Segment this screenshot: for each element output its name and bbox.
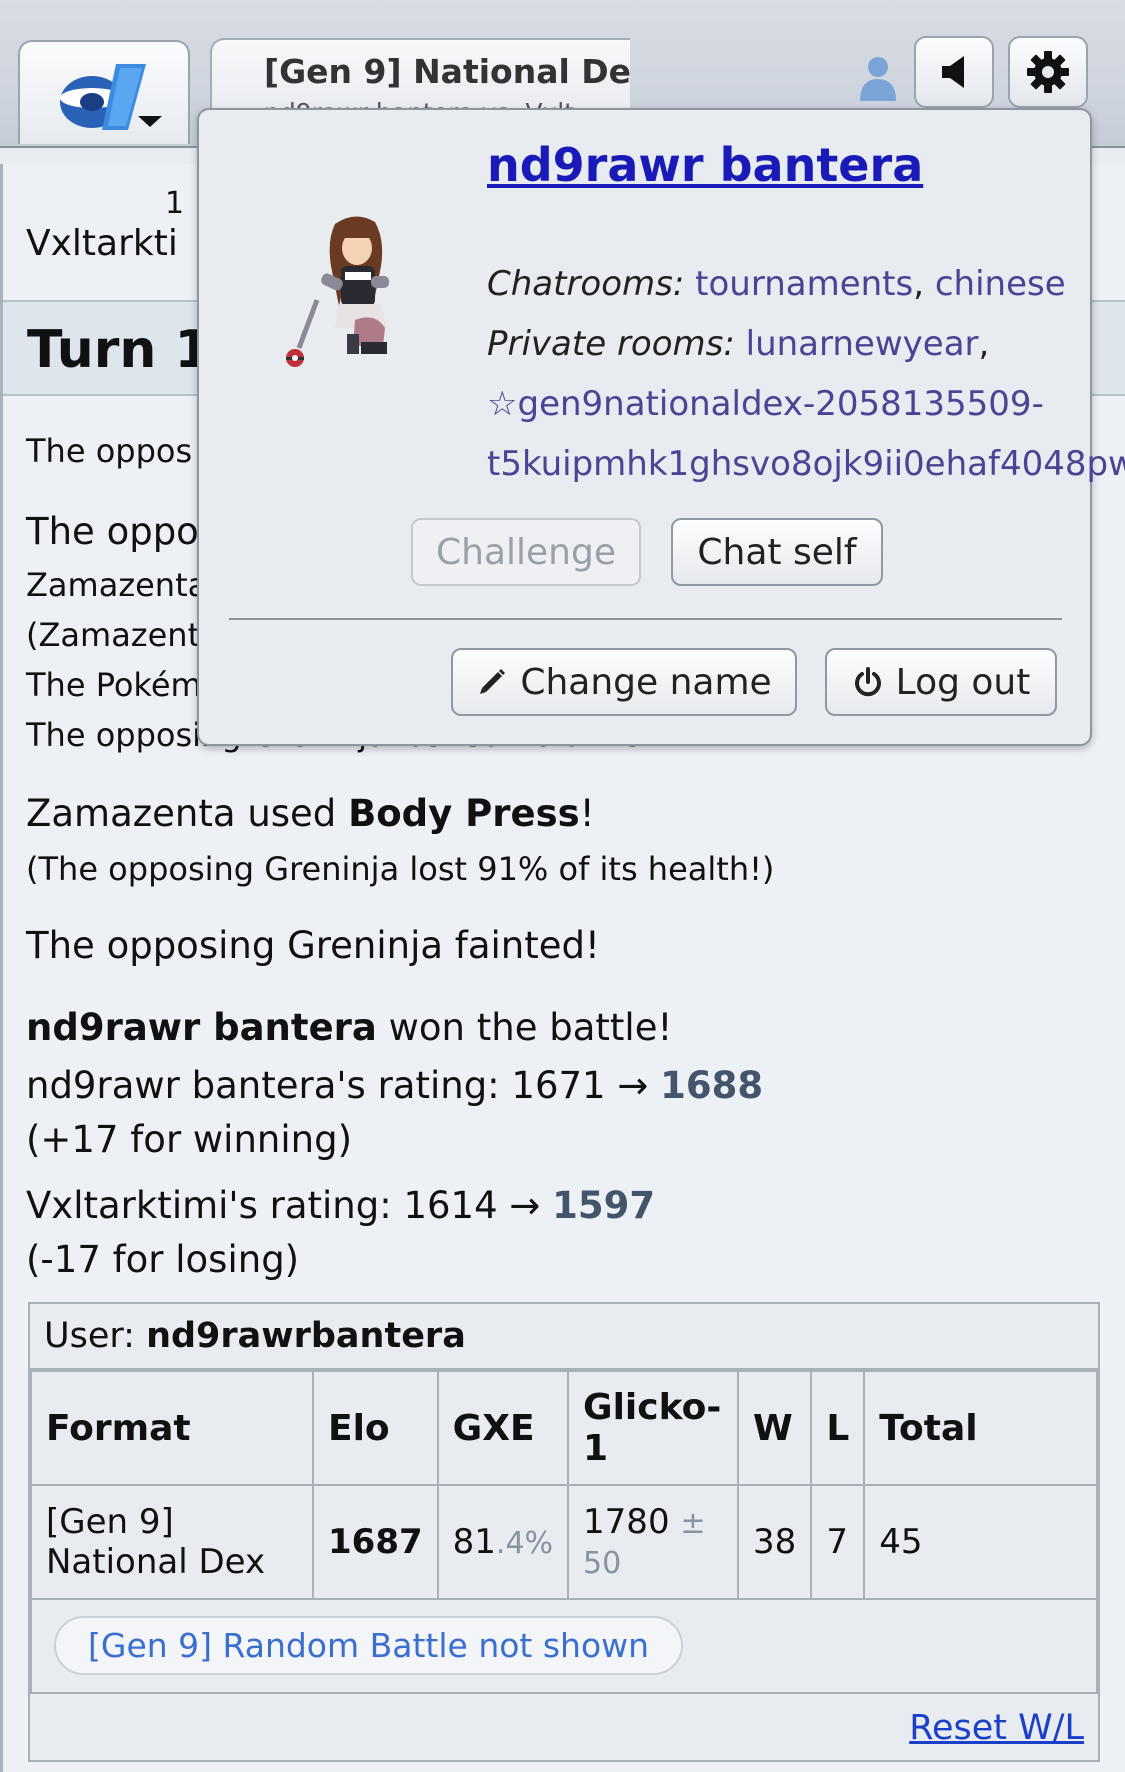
pencil-icon — [480, 669, 506, 694]
rating-text: nd9rawr bantera's rating: 1671 → — [26, 1064, 661, 1107]
new-rating: 1597 — [552, 1184, 656, 1227]
column-header: Glicko-1 — [567, 1370, 740, 1486]
rating-change-winner: (+17 for winning) — [26, 1118, 353, 1161]
main-menu-button[interactable] — [18, 40, 190, 144]
rating-text: Vxltarktimi's rating: 1614 → — [26, 1184, 553, 1227]
ratings-user-name: nd9rawrbantera — [146, 1316, 466, 1356]
room-link-chinese[interactable]: chinese — [935, 264, 1066, 304]
sound-icon — [942, 56, 964, 88]
user-popup: nd9rawr bantera Chatrooms: tournaments, … — [197, 108, 1125, 746]
change-name-button-label: Change name — [520, 661, 772, 703]
log-line: The oppo — [26, 510, 199, 553]
gxe-cell: 81.4% — [436, 1484, 570, 1600]
column-header: W — [737, 1370, 813, 1486]
divider — [229, 618, 1062, 620]
ratings-table: Format Elo GXE Glicko-1 W L Total [Gen 9… — [30, 1370, 1098, 1694]
gxe-decimal: .4% — [495, 1526, 554, 1561]
log-line: The Pokém — [26, 666, 202, 704]
winner-name: nd9rawr bantera — [26, 1006, 377, 1049]
rating-line-loser: Vxltarktimi's rating: 1614 → 1597 — [26, 1184, 655, 1227]
change-name-button[interactable]: Change name — [451, 648, 797, 716]
rating-line-winner: nd9rawr bantera's rating: 1671 → 1688 — [26, 1064, 763, 1107]
log-out-button-label: Log out — [895, 661, 1031, 703]
turn-label: Turn 1 — [27, 320, 211, 380]
log-line: Zamazenta — [26, 566, 208, 604]
room-tab-title: [Gen 9] National De — [264, 52, 630, 91]
glicko-cell: 1780 ± 50 — [567, 1484, 740, 1600]
elo-value: 1687 — [328, 1522, 423, 1562]
show-hidden-format-button[interactable]: [Gen 9] Random Battle not shown — [54, 1616, 684, 1675]
glicko-value: 1780 — [583, 1502, 670, 1542]
new-rating: 1688 — [660, 1064, 764, 1107]
settings-button[interactable] — [1008, 36, 1088, 108]
column-header: Format — [30, 1370, 314, 1486]
gxe-value: 81 — [452, 1522, 496, 1562]
rating-change-loser: (-17 for losing) — [26, 1238, 300, 1281]
reset-wl-link[interactable]: Reset W/L — [909, 1708, 1084, 1748]
pokemon-showdown-logo-icon — [60, 64, 146, 130]
elo-cell: 1687 — [312, 1484, 439, 1600]
column-header: L — [810, 1370, 866, 1486]
private-rooms-label: Private rooms: — [487, 324, 735, 364]
sound-button[interactable] — [914, 36, 994, 108]
column-header: Elo — [312, 1370, 439, 1486]
room-link-tournaments[interactable]: tournaments — [695, 264, 913, 304]
room-link-battle[interactable]: ☆gen9nationaldex-2058135509- — [487, 384, 1044, 424]
hidden-format-cell: [Gen 9] Random Battle not shown — [30, 1598, 1098, 1694]
chatrooms-label: Chatrooms: — [487, 264, 685, 304]
table-row: [Gen 9] National Dex 1687 81.4% 1780 ± 5… — [30, 1484, 1098, 1600]
move-line: Zamazenta used Body Press! — [26, 792, 595, 835]
move-name: Body Press — [348, 792, 580, 835]
popup-username-link[interactable]: nd9rawr bantera — [487, 138, 923, 192]
private-rooms-row: Private rooms: lunarnewyear, — [487, 324, 990, 364]
losses-cell: 7 — [810, 1484, 866, 1600]
chat-self-button[interactable]: Chat self — [671, 518, 883, 586]
wins-cell: 38 — [737, 1484, 813, 1600]
chatrooms-row: Chatrooms: tournaments, chinese — [487, 264, 1066, 304]
gear-icon — [1027, 51, 1069, 93]
chevron-down-icon — [138, 116, 162, 127]
total-cell: 45 — [863, 1484, 1098, 1600]
format-cell: [Gen 9] National Dex — [30, 1484, 314, 1600]
power-icon — [854, 667, 881, 697]
chat-self-button-label: Chat self — [697, 531, 857, 573]
user-icon[interactable] — [858, 55, 898, 101]
user-label: User: — [44, 1316, 147, 1356]
ratings-box: User: nd9rawrbantera Format Elo GXE Glic… — [28, 1302, 1100, 1762]
table-header-row: Format Elo GXE Glicko-1 W L Total — [30, 1370, 1098, 1486]
won-text: won the battle! — [376, 1006, 673, 1049]
winner-line: nd9rawr bantera won the battle! — [26, 1006, 672, 1049]
log-out-button[interactable]: Log out — [825, 648, 1057, 716]
move-suffix: ! — [579, 792, 595, 835]
move-prefix: Zamazenta used — [26, 792, 349, 835]
mini-player-name: Vxltarkti — [26, 223, 178, 264]
log-line: (Zamazent — [26, 616, 201, 654]
faint-line: The opposing Greninja fainted! — [26, 924, 600, 967]
column-header: Total — [863, 1370, 1098, 1486]
challenge-button-label: Challenge — [436, 531, 616, 573]
trainer-avatar — [286, 216, 389, 367]
hidden-format-row: [Gen 9] Random Battle not shown — [30, 1598, 1098, 1694]
mini-number: 1 — [165, 186, 185, 221]
log-line: The oppos — [26, 432, 193, 470]
ratings-user-row: User: nd9rawrbantera — [30, 1304, 1098, 1370]
challenge-button[interactable]: Challenge — [411, 518, 641, 586]
room-link-battle-continued[interactable]: t5kuipmhk1ghsvo8ojk9ii0ehaf4048pw — [487, 444, 1125, 484]
column-header: GXE — [436, 1370, 570, 1486]
room-link-lunarnewyear[interactable]: lunarnewyear — [746, 324, 979, 364]
damage-line: (The opposing Greninja lost 91% of its h… — [26, 850, 775, 888]
